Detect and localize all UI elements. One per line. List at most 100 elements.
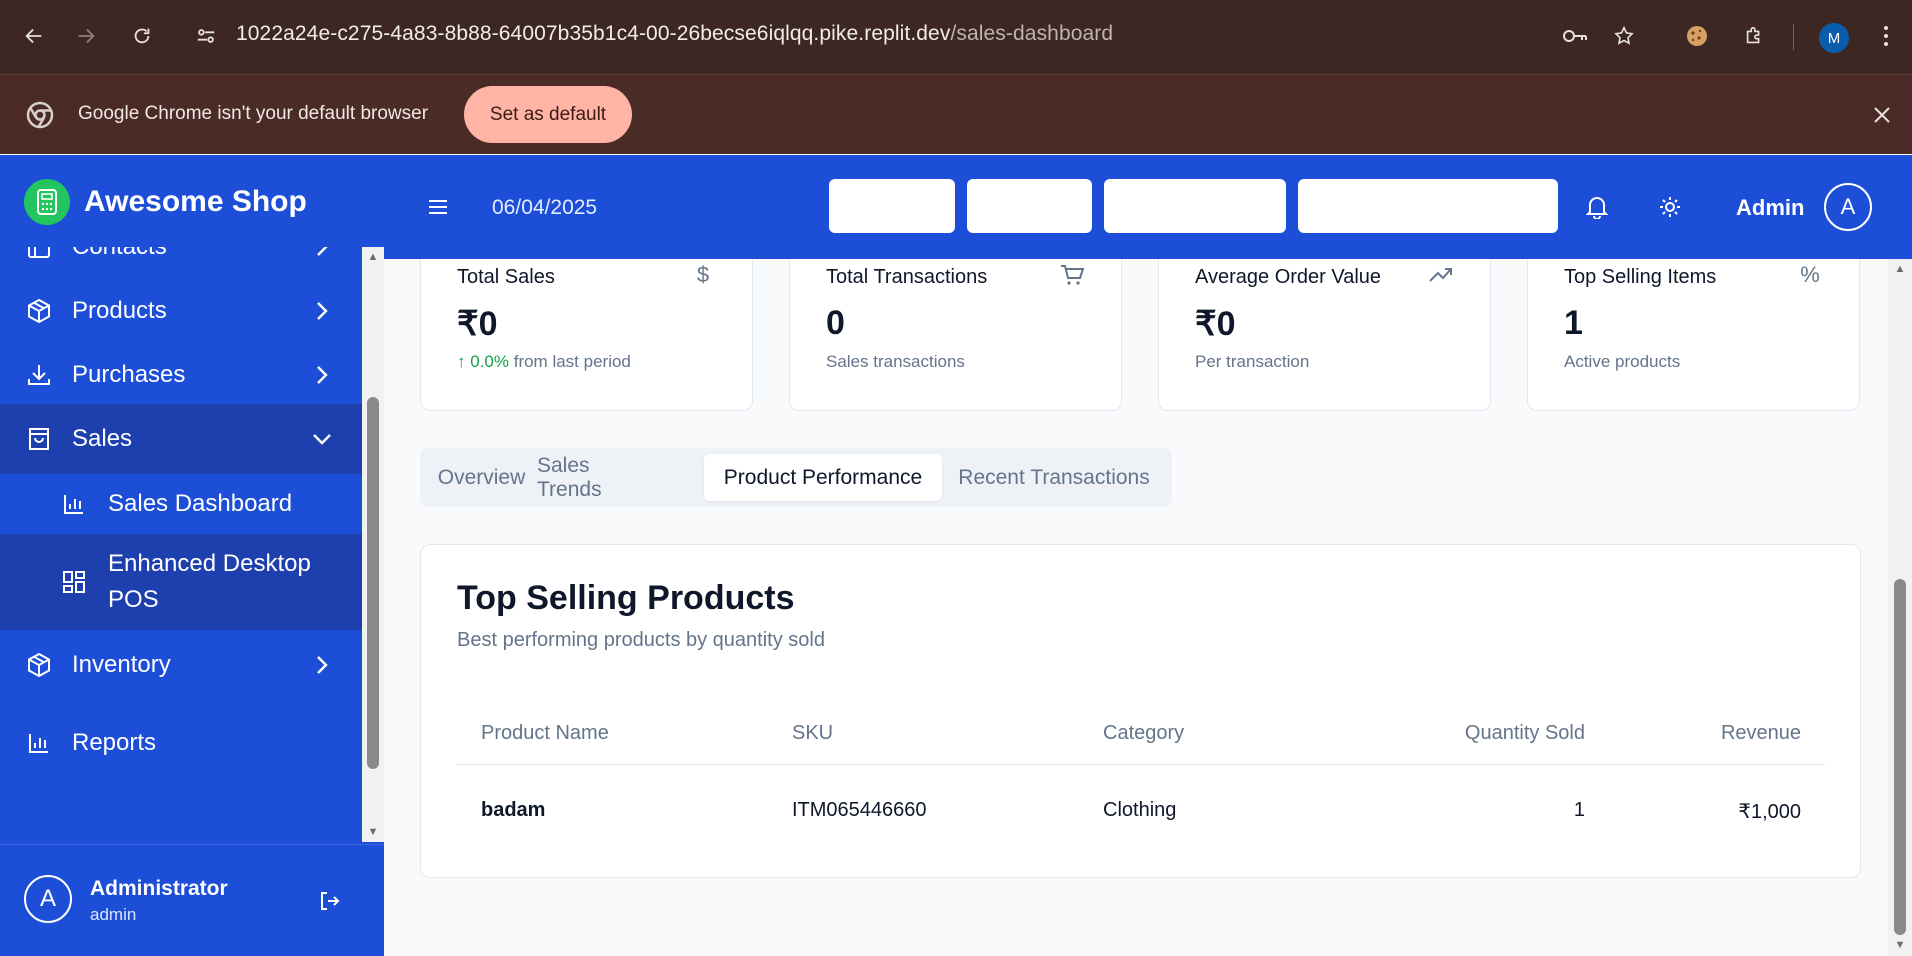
header-action-button-3[interactable] xyxy=(1104,179,1286,233)
tab-product-performance[interactable]: Product Performance xyxy=(704,454,942,501)
user-profile: A Administrator admin xyxy=(0,844,384,956)
url-path: /sales-dashboard xyxy=(950,22,1114,45)
infobar-message: Google Chrome isn't your default browser xyxy=(78,103,429,124)
sidebar-subitem-label: Sales Dashboard xyxy=(108,490,293,517)
cart-icon xyxy=(1059,262,1085,288)
header-action-button-4[interactable] xyxy=(1298,179,1558,233)
forward-icon[interactable] xyxy=(72,22,100,50)
trending-up-icon xyxy=(1428,262,1454,288)
top-selling-products-panel: Top Selling Products Best performing pro… xyxy=(420,544,1861,878)
sidebar-item-products[interactable]: Products xyxy=(0,276,362,346)
sidebar-item-sales[interactable]: Sales xyxy=(0,404,362,474)
scroll-up-arrow-icon[interactable]: ▲ xyxy=(1894,263,1906,275)
menu-icon[interactable] xyxy=(424,193,452,221)
column-header-quantity-sold: Quantity Sold xyxy=(1464,722,1585,744)
avatar[interactable]: A xyxy=(1824,183,1872,231)
sidebar-item-purchases[interactable]: Purchases xyxy=(0,340,362,410)
more-menu-icon[interactable] xyxy=(1872,22,1900,50)
chevron-right-icon xyxy=(308,247,336,261)
header-action-button-2[interactable] xyxy=(967,179,1092,233)
tab-overview[interactable]: Overview xyxy=(426,454,537,501)
card-title: Total Transactions xyxy=(826,266,988,288)
card-value: 1 xyxy=(1564,304,1583,342)
sidebar-item-reports[interactable]: Reports xyxy=(0,708,362,778)
reload-icon[interactable] xyxy=(128,22,156,50)
password-key-icon[interactable] xyxy=(1561,22,1589,50)
logout-icon[interactable] xyxy=(316,887,344,915)
card-subtitle: Active products xyxy=(1564,352,1681,371)
sidebar-scrollbar[interactable]: ▲ ▼ xyxy=(362,247,384,842)
avatar[interactable]: A xyxy=(24,875,72,923)
bar-chart-icon xyxy=(60,490,88,518)
close-icon[interactable] xyxy=(1868,101,1896,129)
extensions-puzzle-icon[interactable] xyxy=(1740,22,1768,50)
sidebar-item-label: Products xyxy=(72,297,167,324)
sidebar-scrollbar-thumb[interactable] xyxy=(367,397,379,769)
admin-label[interactable]: Admin xyxy=(1736,195,1804,221)
scroll-up-arrow-icon[interactable]: ▲ xyxy=(367,251,379,263)
address-bar[interactable]: 1022a24e-c275-4a83-8b88-64007b35b1c4-00-… xyxy=(236,22,1113,46)
card-subtitle: Per transaction xyxy=(1195,352,1310,371)
back-icon[interactable] xyxy=(20,22,48,50)
url-host: 1022a24e-c275-4a83-8b88-64007b35b1c4-00-… xyxy=(236,22,951,45)
app-header: 06/04/2025 Admin A xyxy=(384,155,1912,259)
cookie-extension-icon[interactable] xyxy=(1683,22,1711,50)
card-title: Top Selling Items xyxy=(1564,266,1717,288)
card-subtitle: Sales transactions xyxy=(826,352,965,371)
percent-icon: % xyxy=(1800,262,1820,287)
current-date: 06/04/2025 xyxy=(492,196,598,219)
cell-product-name: badam xyxy=(481,799,546,821)
browser-toolbar: 1022a24e-c275-4a83-8b88-64007b35b1c4-00-… xyxy=(0,0,1912,74)
page-scrollbar-thumb[interactable] xyxy=(1894,579,1906,935)
bookmark-star-icon[interactable] xyxy=(1610,22,1638,50)
calculator-icon xyxy=(24,179,70,225)
default-browser-infobar: Google Chrome isn't your default browser… xyxy=(0,74,1912,154)
column-header-sku: SKU xyxy=(792,722,834,744)
header-action-button-1[interactable] xyxy=(829,179,955,233)
sidebar-item-label: Purchases xyxy=(72,361,186,388)
sidebar-nav: Contacts Products Purchases Sales Sales … xyxy=(0,247,362,842)
chevron-right-icon xyxy=(308,297,336,325)
dollar-icon: $ xyxy=(696,262,710,287)
page-scrollbar[interactable]: ▲ ▼ xyxy=(1888,259,1912,956)
site-settings-icon[interactable] xyxy=(192,22,220,50)
scroll-down-arrow-icon[interactable]: ▼ xyxy=(1894,939,1906,951)
tab-recent-transactions[interactable]: Recent Transactions xyxy=(942,454,1166,501)
card-value: ₹0 xyxy=(457,305,498,343)
panel-title: Top Selling Products xyxy=(457,579,795,617)
set-as-default-button[interactable]: Set as default xyxy=(464,86,632,143)
change-percent: 0.0% xyxy=(470,352,509,371)
stat-card-average-order-value: Average Order Value ₹0 Per transaction xyxy=(1158,259,1491,411)
change-suffix: from last period xyxy=(513,352,631,371)
cell-category: Clothing xyxy=(1103,799,1177,821)
brand[interactable]: Awesome Shop xyxy=(0,155,384,247)
sidebar-item-label: Contacts xyxy=(72,247,167,261)
column-header-category: Category xyxy=(1103,722,1185,744)
grid-icon xyxy=(60,568,88,596)
toolbar-divider xyxy=(1793,24,1794,50)
card-value: 0 xyxy=(826,304,845,342)
sidebar-item-label: Sales xyxy=(72,425,133,452)
profile-avatar[interactable]: M xyxy=(1819,23,1849,53)
sidebar-subitem-enhanced-desktop-pos[interactable]: Enhanced Desktop POS xyxy=(0,534,362,630)
arrow-up-icon: ↑ xyxy=(457,352,466,371)
sidebar-item-inventory[interactable]: Inventory xyxy=(0,630,362,700)
card-title: Total Sales xyxy=(457,266,555,288)
download-icon xyxy=(24,360,54,390)
cell-revenue: ₹1,000 xyxy=(1738,801,1801,823)
table-divider xyxy=(457,764,1825,765)
tab-sales-trends[interactable]: Sales Trends xyxy=(537,454,653,501)
column-header-revenue: Revenue xyxy=(1720,722,1801,744)
chevron-right-icon xyxy=(308,651,336,679)
panel-subtitle: Best performing products by quantity sol… xyxy=(457,629,825,651)
sidebar-subitem-sales-dashboard[interactable]: Sales Dashboard xyxy=(0,474,362,534)
sidebar-item-label: Reports xyxy=(72,729,157,756)
scroll-down-arrow-icon[interactable]: ▼ xyxy=(367,826,379,838)
bell-icon[interactable] xyxy=(1583,193,1611,221)
sidebar-subitem-label-line2: POS xyxy=(108,586,159,613)
cell-sku: ITM065446660 xyxy=(792,799,927,821)
column-header-product-name: Product Name xyxy=(481,722,609,744)
sun-icon[interactable] xyxy=(1656,193,1684,221)
brand-name: Awesome Shop xyxy=(84,185,307,218)
bar-chart-icon xyxy=(24,728,54,758)
